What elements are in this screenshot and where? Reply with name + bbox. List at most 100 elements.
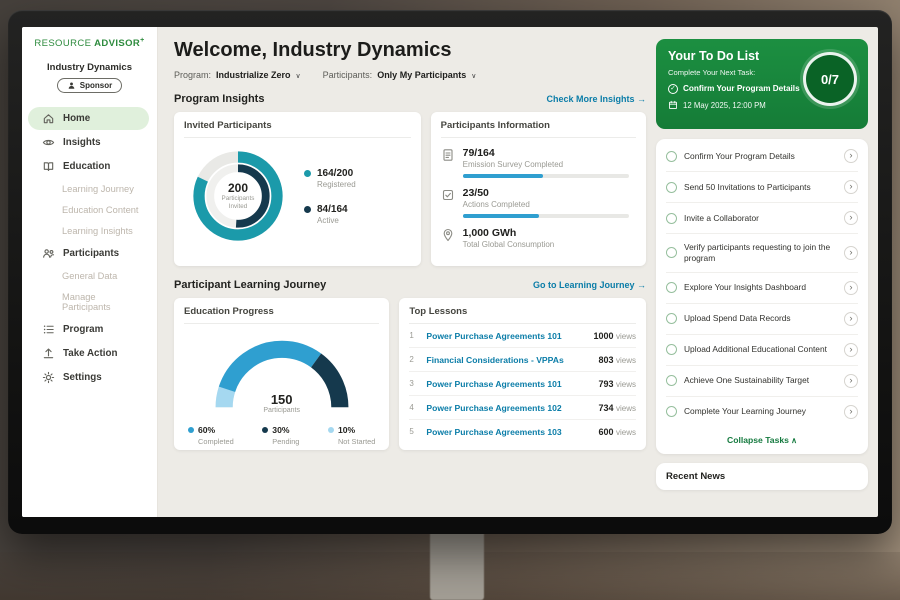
- take-action-icon: [42, 347, 55, 360]
- chevron-right-icon[interactable]: [844, 374, 858, 388]
- monitor-stand: [430, 528, 484, 600]
- task-row-upload-spend-data[interactable]: Upload Spend Data Records: [666, 304, 858, 335]
- task-checkbox[interactable]: [666, 406, 677, 417]
- brand-name-2: ADVISOR: [94, 38, 140, 49]
- info-value: 23/50: [463, 187, 636, 199]
- task-checkbox[interactable]: [666, 213, 677, 224]
- todo-progress-value: 0/7: [821, 72, 839, 87]
- sidebar-item-label: Insights: [63, 137, 101, 148]
- checklist-icon: [441, 188, 455, 202]
- chevron-right-icon[interactable]: [844, 281, 858, 295]
- sidebar-item-label: Take Action: [63, 348, 117, 359]
- chevron-down-icon[interactable]: [296, 70, 301, 80]
- task-label: Explore Your Insights Dashboard: [684, 282, 837, 293]
- task-row-achieve-target[interactable]: Achieve One Sustainability Target: [666, 366, 858, 397]
- invited-participants-card: Invited Participants 200: [174, 112, 421, 266]
- sidebar-item-participants[interactable]: Participants: [28, 242, 149, 265]
- lesson-views-count: 734: [598, 403, 613, 413]
- donut-center-label: Invited: [229, 203, 248, 211]
- task-checkbox[interactable]: [666, 375, 677, 386]
- lesson-row: 5 Power Purchase Agreements 103 600 view…: [409, 420, 636, 443]
- legend-value: 84/164: [317, 204, 348, 215]
- lesson-link[interactable]: Power Purchase Agreements 103: [426, 427, 591, 437]
- chevron-right-icon[interactable]: [844, 149, 858, 163]
- chevron-right-icon[interactable]: [844, 405, 858, 419]
- card-title: Invited Participants: [184, 120, 411, 138]
- page-title: Welcome, Industry Dynamics: [174, 39, 646, 62]
- task-label: Invite a Collaborator: [684, 213, 837, 224]
- task-checkbox[interactable]: [666, 247, 677, 258]
- task-label: Complete Your Learning Journey: [684, 406, 837, 417]
- lesson-row: 1 Power Purchase Agreements 101 1000 vie…: [409, 324, 636, 348]
- sidebar-item-label: General Data: [62, 271, 117, 281]
- task-row-invite-collaborator[interactable]: Invite a Collaborator: [666, 203, 858, 234]
- calendar-icon: [668, 100, 678, 110]
- card-title: Participants Information: [441, 120, 636, 138]
- legend-completed: 60% Completed: [188, 425, 234, 446]
- program-filter[interactable]: Program: Industrialize Zero: [174, 70, 301, 80]
- task-label: Upload Additional Educational Content: [684, 344, 837, 355]
- participants-filter[interactable]: Participants: Only My Participants: [323, 70, 477, 80]
- participants-filter-label: Participants:: [323, 70, 373, 80]
- chevron-right-icon[interactable]: [844, 246, 858, 260]
- lesson-rank: 4: [409, 403, 419, 412]
- chevron-down-icon[interactable]: [471, 70, 476, 80]
- top-lessons-card: Top Lessons 1 Power Purchase Agreements …: [399, 298, 646, 450]
- task-row-upload-educational-content[interactable]: Upload Additional Educational Content: [666, 335, 858, 366]
- task-row-verify-participants[interactable]: Verify participants requesting to join t…: [666, 234, 858, 273]
- program-filter-value: Industrialize Zero: [216, 70, 291, 80]
- legend-pending: 30% Pending: [262, 425, 299, 446]
- sidebar-item-general-data[interactable]: General Data: [28, 266, 149, 286]
- lesson-link[interactable]: Power Purchase Agreements 101: [426, 379, 591, 389]
- sidebar-item-label: Education Content: [62, 205, 139, 215]
- sidebar-item-label: Education: [63, 161, 110, 172]
- sidebar-item-home[interactable]: Home: [28, 107, 149, 130]
- task-checkbox[interactable]: [666, 313, 677, 324]
- task-row-complete-learning-journey[interactable]: Complete Your Learning Journey: [666, 397, 858, 427]
- card-title: Education Progress: [184, 306, 379, 324]
- sidebar-item-manage-participants[interactable]: Manage Participants: [28, 287, 149, 317]
- filter-bar: Program: Industrialize Zero Participants…: [174, 70, 646, 80]
- task-checkbox[interactable]: [666, 151, 677, 162]
- todo-due-label: 12 May 2025, 12:00 PM: [683, 101, 766, 110]
- chevron-right-icon[interactable]: [844, 211, 858, 225]
- lesson-rank: 1: [409, 331, 419, 340]
- check-more-insights-link[interactable]: Check More Insights: [546, 94, 646, 104]
- sidebar-item-insights[interactable]: Insights: [28, 131, 149, 154]
- task-row-send-invitations[interactable]: Send 50 Invitations to Participants: [666, 172, 858, 203]
- sidebar-item-learning-insights[interactable]: Learning Insights: [28, 221, 149, 241]
- go-to-learning-journey-link[interactable]: Go to Learning Journey: [533, 280, 646, 290]
- donut-center-value: 200: [228, 181, 248, 195]
- lesson-link[interactable]: Power Purchase Agreements 102: [426, 403, 591, 413]
- lesson-link[interactable]: Financial Considerations - VPPAs: [426, 355, 591, 365]
- legend-dot-blue: [188, 427, 194, 433]
- task-checkbox[interactable]: [666, 282, 677, 293]
- sidebar-item-take-action[interactable]: Take Action: [28, 342, 149, 365]
- chevron-right-icon[interactable]: [844, 180, 858, 194]
- sidebar-item-settings[interactable]: Settings: [28, 366, 149, 389]
- invited-donut-chart: 200 Participants Invited: [186, 144, 290, 248]
- sidebar-item-education-content[interactable]: Education Content: [28, 200, 149, 220]
- info-row-emission-survey: 79/164 Emission Survey Completed: [441, 147, 636, 178]
- todo-progress-ring: 0/7: [803, 52, 857, 106]
- legend-active: 84/164 Active: [304, 204, 356, 225]
- progress-bar-fill: [463, 174, 543, 178]
- program-list-icon: [42, 323, 55, 336]
- sidebar-item-program[interactable]: Program: [28, 318, 149, 341]
- chevron-right-icon[interactable]: [844, 312, 858, 326]
- donut-center-label: Participants: [222, 195, 255, 203]
- legend-dot-navy: [262, 427, 268, 433]
- collapse-tasks-link[interactable]: Collapse Tasks: [666, 427, 858, 454]
- task-row-confirm-program[interactable]: Confirm Your Program Details: [666, 141, 858, 172]
- task-row-explore-insights[interactable]: Explore Your Insights Dashboard: [666, 273, 858, 304]
- sidebar-item-learning-journey[interactable]: Learning Journey: [28, 179, 149, 199]
- lesson-link[interactable]: Power Purchase Agreements 101: [426, 331, 586, 341]
- task-list-card: Confirm Your Program Details Send 50 Inv…: [656, 139, 868, 454]
- lesson-views-word: views: [616, 428, 636, 437]
- todo-subtitle: Complete Your Next Task:: [668, 68, 804, 77]
- sidebar-item-education[interactable]: Education: [28, 155, 149, 178]
- chevron-right-icon[interactable]: [844, 343, 858, 357]
- task-checkbox[interactable]: [666, 344, 677, 355]
- insights-icon: [42, 136, 55, 149]
- task-checkbox[interactable]: [666, 182, 677, 193]
